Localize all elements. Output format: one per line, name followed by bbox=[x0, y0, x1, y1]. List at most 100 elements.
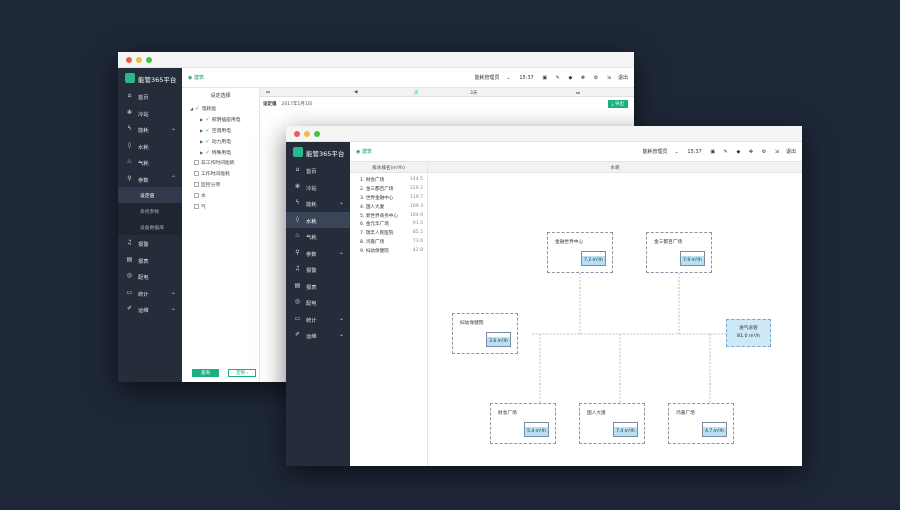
edit-icon[interactable]: ✎ bbox=[556, 75, 560, 81]
node-main-inlet[interactable]: 进气总管 81.0 m³/h bbox=[726, 319, 771, 347]
diamond-icon[interactable]: ◆ bbox=[568, 75, 572, 81]
define-button[interactable]: 定制 › bbox=[228, 369, 257, 377]
tree-node-special[interactable]: ▶ ✓ 特殊用电 bbox=[182, 147, 259, 158]
check-icon[interactable]: ✓ bbox=[205, 128, 210, 134]
sidebar-item-home[interactable]: ⌂ 首页 bbox=[286, 162, 350, 179]
sidebar-item-power[interactable]: ◎ 配电 bbox=[286, 294, 350, 311]
tab-3days[interactable]: 3天 bbox=[470, 90, 477, 96]
sidebar-item-gas[interactable]: ♨ 气耗 bbox=[286, 228, 350, 245]
export-button[interactable]: ⤓ 导出 bbox=[607, 100, 628, 108]
expand-icon[interactable]: ▶ bbox=[200, 117, 203, 122]
query-button[interactable]: 查询 bbox=[192, 369, 219, 377]
tree-node-electricity[interactable]: ◢ ✓ 电耗能 bbox=[182, 103, 259, 114]
node-guoren-tower[interactable]: 国人大厦 7.4 m³/h bbox=[579, 403, 645, 444]
tree-node-power[interactable]: ▶ ✓ 动力用电 bbox=[182, 136, 259, 147]
ranking-row[interactable]: 2. 金三都百广场 129.2 bbox=[350, 185, 427, 194]
ranking-row[interactable]: 1. 财会广场 144.5 bbox=[350, 176, 427, 185]
diamond-icon[interactable]: ◆ bbox=[736, 149, 740, 155]
sidebar-item-params[interactable]: ⚲ 参数 ⌃ bbox=[118, 171, 182, 188]
sidebar-item-water[interactable]: ◊ 水耗 bbox=[286, 211, 350, 228]
prev-icon[interactable]: ◀ bbox=[354, 90, 357, 95]
check-icon[interactable]: ✓ bbox=[205, 139, 210, 145]
user-menu[interactable]: 能耗管理员 bbox=[475, 75, 500, 81]
minimize-window-button[interactable] bbox=[136, 57, 142, 63]
node-hongjia-plaza[interactable]: 鸿嘉广场 4.7 m³/h bbox=[668, 403, 734, 444]
clipboard-icon[interactable]: ▣ bbox=[710, 149, 715, 155]
checkbox[interactable] bbox=[194, 192, 199, 198]
node-maternity-hospital[interactable]: 妇幼保健院 3.6 m³/h bbox=[452, 313, 518, 354]
sidebar-item-report[interactable]: ▤ 报表 bbox=[286, 278, 350, 295]
node-caihui-plaza[interactable]: 财会广场 5.4 m³/h bbox=[490, 403, 556, 444]
ranking-row[interactable]: 5. 新世界商务中心 104.9 bbox=[350, 212, 427, 221]
check-icon[interactable]: ✓ bbox=[205, 150, 210, 156]
sidebar-item-ops[interactable]: ✐ 运维 ⌄ bbox=[118, 301, 182, 318]
minimize-window-button[interactable] bbox=[304, 131, 310, 137]
expand-icon[interactable]: ▶ bbox=[200, 139, 203, 144]
location-selector[interactable]: ◉ 建筑 bbox=[356, 148, 372, 155]
checkbox[interactable] bbox=[194, 181, 199, 187]
ranking-row[interactable]: 7. 瑞丰人民医院 85.1 bbox=[350, 229, 427, 238]
checkbox[interactable] bbox=[194, 159, 199, 165]
sidebar-sub-system-params[interactable]: 系统参数 bbox=[118, 203, 182, 219]
tab-day[interactable]: 天 bbox=[414, 90, 419, 96]
sidebar-item-home[interactable]: ⌂ 首页 bbox=[118, 88, 182, 105]
tree-node-water[interactable]: 水 bbox=[182, 191, 259, 202]
sidebar-sub-device-db[interactable]: 设备数据库 bbox=[118, 219, 182, 235]
node-finance-center[interactable]: 金融世界中心 7.2 m³/h bbox=[547, 232, 613, 273]
logout-link[interactable]: 退出 bbox=[618, 75, 628, 81]
edit-icon[interactable]: ✎ bbox=[724, 149, 728, 155]
close-window-button[interactable] bbox=[126, 57, 132, 63]
sidebar-item-params[interactable]: ⚲ 参数 ⌄ bbox=[286, 245, 350, 262]
sidebar-item-stats[interactable]: ▭ 统计 ⌄ bbox=[286, 311, 350, 328]
sidebar-item-cooling[interactable]: ✻ 冷站 bbox=[286, 179, 350, 196]
tree-node-lighting[interactable]: ▶ ✓ 照明插座用电 bbox=[182, 114, 259, 125]
ranking-row[interactable]: 9. 妇幼保健院 42.8 bbox=[350, 247, 427, 256]
expand-icon[interactable]: ◢ bbox=[190, 106, 193, 111]
app-logo[interactable]: 能管365平台 bbox=[118, 68, 182, 88]
tree-node-gas[interactable]: 气 bbox=[182, 202, 259, 213]
check-icon[interactable]: ✓ bbox=[205, 117, 210, 123]
sidebar-item-energy[interactable]: ϟ 能耗 ⌄ bbox=[286, 195, 350, 212]
logout-link[interactable]: 退出 bbox=[786, 149, 796, 155]
node-jinsan-plaza[interactable]: 金三都百广场 7.9 m³/h bbox=[646, 232, 712, 273]
expand-icon[interactable]: ▶ bbox=[200, 128, 203, 133]
user-menu[interactable]: 能耗管理员 bbox=[643, 149, 668, 155]
tree-node-monitor[interactable]: 监控分项 bbox=[182, 180, 259, 191]
first-page-icon[interactable]: ⏮ bbox=[266, 90, 270, 96]
tree-node-offhours[interactable]: 非工作时间能耗 bbox=[182, 158, 259, 169]
sidebar-item-cooling[interactable]: ✻ 冷站 bbox=[118, 105, 182, 122]
sidebar-item-alarm[interactable]: ♫ 报警 bbox=[286, 261, 350, 278]
next-icon[interactable]: ⏭ bbox=[576, 90, 580, 96]
sidebar-item-alarm[interactable]: ♫ 报警 bbox=[118, 235, 182, 252]
app-logo[interactable]: 能管365平台 bbox=[286, 142, 350, 162]
logout-icon[interactable]: ⇲ bbox=[607, 75, 611, 81]
clipboard-icon[interactable]: ▣ bbox=[542, 75, 547, 81]
checkbox[interactable] bbox=[194, 170, 199, 176]
maximize-window-button[interactable] bbox=[146, 57, 152, 63]
ranking-row[interactable]: 6. 金元华广场 91.5 bbox=[350, 220, 427, 229]
checkbox[interactable] bbox=[194, 203, 199, 209]
ranking-row[interactable]: 3. 世界金融中心 119.7 bbox=[350, 194, 427, 203]
check-icon[interactable]: ✓ bbox=[195, 106, 200, 112]
ranking-row[interactable]: 8. 鸿嘉广场 73.6 bbox=[350, 238, 427, 247]
tree-node-workhours[interactable]: 工作时间能耗 bbox=[182, 169, 259, 180]
sidebar-item-gas[interactable]: ♨ 气耗 bbox=[118, 154, 182, 171]
sidebar-item-power[interactable]: ◎ 配电 bbox=[118, 268, 182, 285]
tree-node-hvac[interactable]: ▶ ✓ 空调用电 bbox=[182, 125, 259, 136]
sidebar-sub-setpoint[interactable]: 设定值 bbox=[118, 187, 182, 203]
sidebar-item-water[interactable]: ◊ 水耗 bbox=[118, 138, 182, 155]
maximize-window-button[interactable] bbox=[314, 131, 320, 137]
sidebar-item-report[interactable]: ▤ 报表 bbox=[118, 252, 182, 269]
compass-icon[interactable]: ✥ bbox=[581, 75, 585, 81]
ranking-row[interactable]: 4. 国人大厦 109.3 bbox=[350, 203, 427, 212]
location-selector[interactable]: ◉ 建筑 bbox=[188, 74, 204, 81]
sidebar-item-ops[interactable]: ✐ 运维 ⌄ bbox=[286, 327, 350, 344]
sidebar-item-energy[interactable]: ϟ 能耗 ⌄ bbox=[118, 121, 182, 138]
expand-icon[interactable]: ▶ bbox=[200, 150, 203, 155]
close-window-button[interactable] bbox=[294, 131, 300, 137]
gear-icon[interactable]: ⚙ bbox=[762, 149, 766, 155]
gear-icon[interactable]: ⚙ bbox=[594, 75, 598, 81]
compass-icon[interactable]: ✥ bbox=[749, 149, 753, 155]
sidebar-item-stats[interactable]: ▭ 统计 ⌄ bbox=[118, 285, 182, 302]
logout-icon[interactable]: ⇲ bbox=[775, 149, 779, 155]
